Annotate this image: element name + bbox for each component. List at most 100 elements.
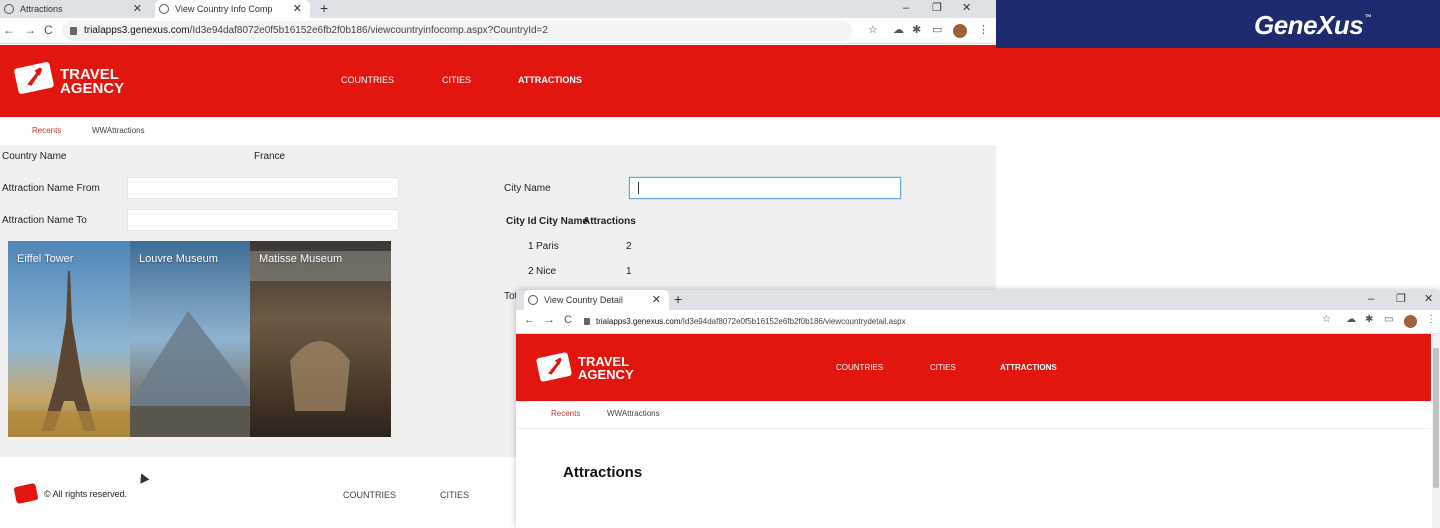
lock-icon [70, 27, 77, 35]
close-tab-icon[interactable]: ✕ [133, 0, 142, 18]
more-icon[interactable]: ⋮ [978, 23, 989, 36]
back-button[interactable]: ← [3, 23, 15, 37]
tab-attractions[interactable]: Attractions ✕ [0, 0, 150, 18]
tab-title: View Country Info Comp [175, 4, 273, 14]
sub-navigation: Recents WWAttractions [0, 117, 1440, 145]
suitcase-logo-icon[interactable] [13, 61, 55, 95]
minimize-button[interactable]: – [903, 0, 909, 17]
url-path: /Id3e94daf8072e0f5b16152e6fb2f0b186/view… [189, 25, 548, 36]
page-heading: Attractions [563, 464, 643, 481]
attraction-to-label: Attraction Name To [2, 215, 87, 226]
forward-button[interactable]: → [24, 23, 36, 37]
cast-icon[interactable]: ▭ [1384, 314, 1393, 325]
tab-title: Attractions [20, 4, 63, 14]
suitcase-logo-icon[interactable] [13, 482, 39, 505]
louvre-pyramid-photo[interactable]: Louvre Museum [130, 241, 250, 437]
subnav-wwattractions[interactable]: WWAttractions [92, 126, 145, 135]
menu-countries[interactable]: COUNTRIES [341, 75, 394, 85]
eiffel-tower-photo[interactable]: Eiffel Tower [8, 241, 130, 437]
pyramid-icon [130, 311, 250, 437]
profile-avatar[interactable] [1404, 315, 1417, 328]
footer-link-countries[interactable]: COUNTRIES [343, 490, 396, 500]
close-tab-icon[interactable]: ✕ [652, 290, 661, 310]
forward-button[interactable]: → [544, 314, 555, 326]
close-tab-icon[interactable]: ✕ [293, 0, 302, 18]
photo-caption: Louvre Museum [139, 253, 218, 265]
new-tab-button[interactable]: + [674, 291, 682, 308]
profile-avatar[interactable] [953, 24, 967, 38]
url-host: trialapps3.genexus.com [596, 317, 681, 326]
suitcase-logo-icon[interactable] [535, 351, 573, 383]
tab-strip: Attractions ✕ View Country Info Comp ✕ +… [0, 0, 1440, 18]
cell-city-id: 2 [528, 266, 534, 277]
country-name-value: France [254, 151, 286, 162]
attraction-from-input[interactable] [127, 177, 399, 199]
scrollbar[interactable] [1432, 334, 1440, 528]
genexus-banner: GeneXus™ [996, 0, 1440, 48]
puzzle-icon[interactable]: ✱ [912, 23, 921, 36]
close-window-button[interactable]: ✕ [1424, 291, 1433, 308]
menu-attractions[interactable]: ATTRACTIONS [1000, 363, 1057, 372]
minimize-button[interactable]: – [1368, 291, 1374, 308]
menu-cities[interactable]: CITIES [442, 75, 471, 85]
star-icon[interactable]: ☆ [1322, 314, 1331, 325]
cloud-icon[interactable]: ☁ [893, 23, 904, 36]
url-host: trialapps3.genexus.com [84, 25, 190, 36]
tab-title: View Country Detail [544, 295, 623, 305]
col-header-city-id[interactable]: City Id [506, 216, 537, 227]
cell-attractions: 1 [626, 266, 632, 277]
browser-window-detail: View Country Detail ✕ + – ❐ ✕ ← → C tria… [516, 290, 1440, 528]
globe-icon [159, 4, 169, 14]
photo-caption: Matisse Museum [259, 253, 343, 265]
footer-link-cities[interactable]: CITIES [440, 490, 469, 500]
restore-button[interactable]: ❐ [932, 0, 942, 17]
col-header-attractions[interactable]: Attractions [583, 216, 636, 227]
back-button[interactable]: ← [524, 314, 535, 326]
restore-button[interactable]: ❐ [1396, 291, 1406, 308]
scroll-thumb[interactable] [1433, 348, 1439, 488]
subnav-recents[interactable]: Recents [551, 409, 580, 418]
cell-city-name[interactable]: Paris [536, 241, 559, 252]
new-tab-button[interactable]: + [320, 0, 328, 17]
museum-hall-photo[interactable]: Matisse Museum [250, 241, 391, 437]
url-field[interactable]: trialapps3.genexus.com/Id3e94daf8072e0f5… [62, 21, 852, 41]
url-field[interactable]: trialapps3.genexus.com/Id3e94daf8072e0f5… [578, 312, 1318, 331]
close-window-button[interactable]: ✕ [962, 0, 971, 17]
more-icon[interactable]: ⋮ [1426, 314, 1436, 325]
site-header: TRAVEL AGENCY COUNTRIES CITIES ATTRACTIO… [0, 45, 1440, 117]
site-header: TRAVEL AGENCY COUNTRIES CITIES ATTRACTIO… [516, 334, 1431, 401]
brand-line2: AGENCY [578, 367, 634, 382]
star-icon[interactable]: ☆ [868, 23, 878, 36]
city-name-input[interactable] [629, 177, 901, 199]
city-name-label: City Name [504, 183, 551, 194]
lock-icon [584, 318, 590, 325]
reload-button[interactable]: C [44, 23, 53, 37]
menu-countries[interactable]: COUNTRIES [836, 363, 883, 372]
cell-city-id: 1 [528, 241, 534, 252]
museum-icon [250, 251, 391, 411]
url-path: /Id3e94daf8072e0f5b16152e6fb2f0b186/view… [680, 317, 906, 326]
address-bar-row: ← → C trialapps3.genexus.com/Id3e94daf80… [516, 310, 1440, 334]
tab-strip: View Country Detail ✕ + – ❐ ✕ [516, 290, 1440, 310]
subnav-recents[interactable]: Recents [32, 126, 61, 135]
globe-icon [4, 4, 14, 14]
text-caret [638, 182, 639, 194]
cast-icon[interactable]: ▭ [932, 23, 942, 36]
tab-view-country-detail[interactable]: View Country Detail ✕ [524, 290, 669, 310]
cloud-icon[interactable]: ☁ [1346, 314, 1356, 325]
address-bar-row: ← → C trialapps3.genexus.com/Id3e94daf80… [0, 18, 1440, 44]
reload-button[interactable]: C [564, 314, 572, 326]
attraction-to-input[interactable] [127, 209, 399, 231]
sub-navigation: Recents WWAttractions [516, 401, 1431, 428]
menu-attractions[interactable]: ATTRACTIONS [518, 75, 582, 85]
subnav-wwattractions[interactable]: WWAttractions [607, 409, 660, 418]
col-header-city-name[interactable]: City Name [539, 216, 588, 227]
puzzle-icon[interactable]: ✱ [1365, 314, 1373, 325]
brand-line2: AGENCY [60, 80, 125, 97]
country-name-label: Country Name [2, 151, 67, 162]
trademark-mark: ™ [1364, 14, 1371, 21]
tab-view-country-info[interactable]: View Country Info Comp ✕ [155, 0, 310, 18]
cell-city-name[interactable]: Nice [536, 266, 556, 277]
menu-cities[interactable]: CITIES [930, 363, 956, 372]
genexus-logo-text: GeneXus [1254, 10, 1364, 40]
